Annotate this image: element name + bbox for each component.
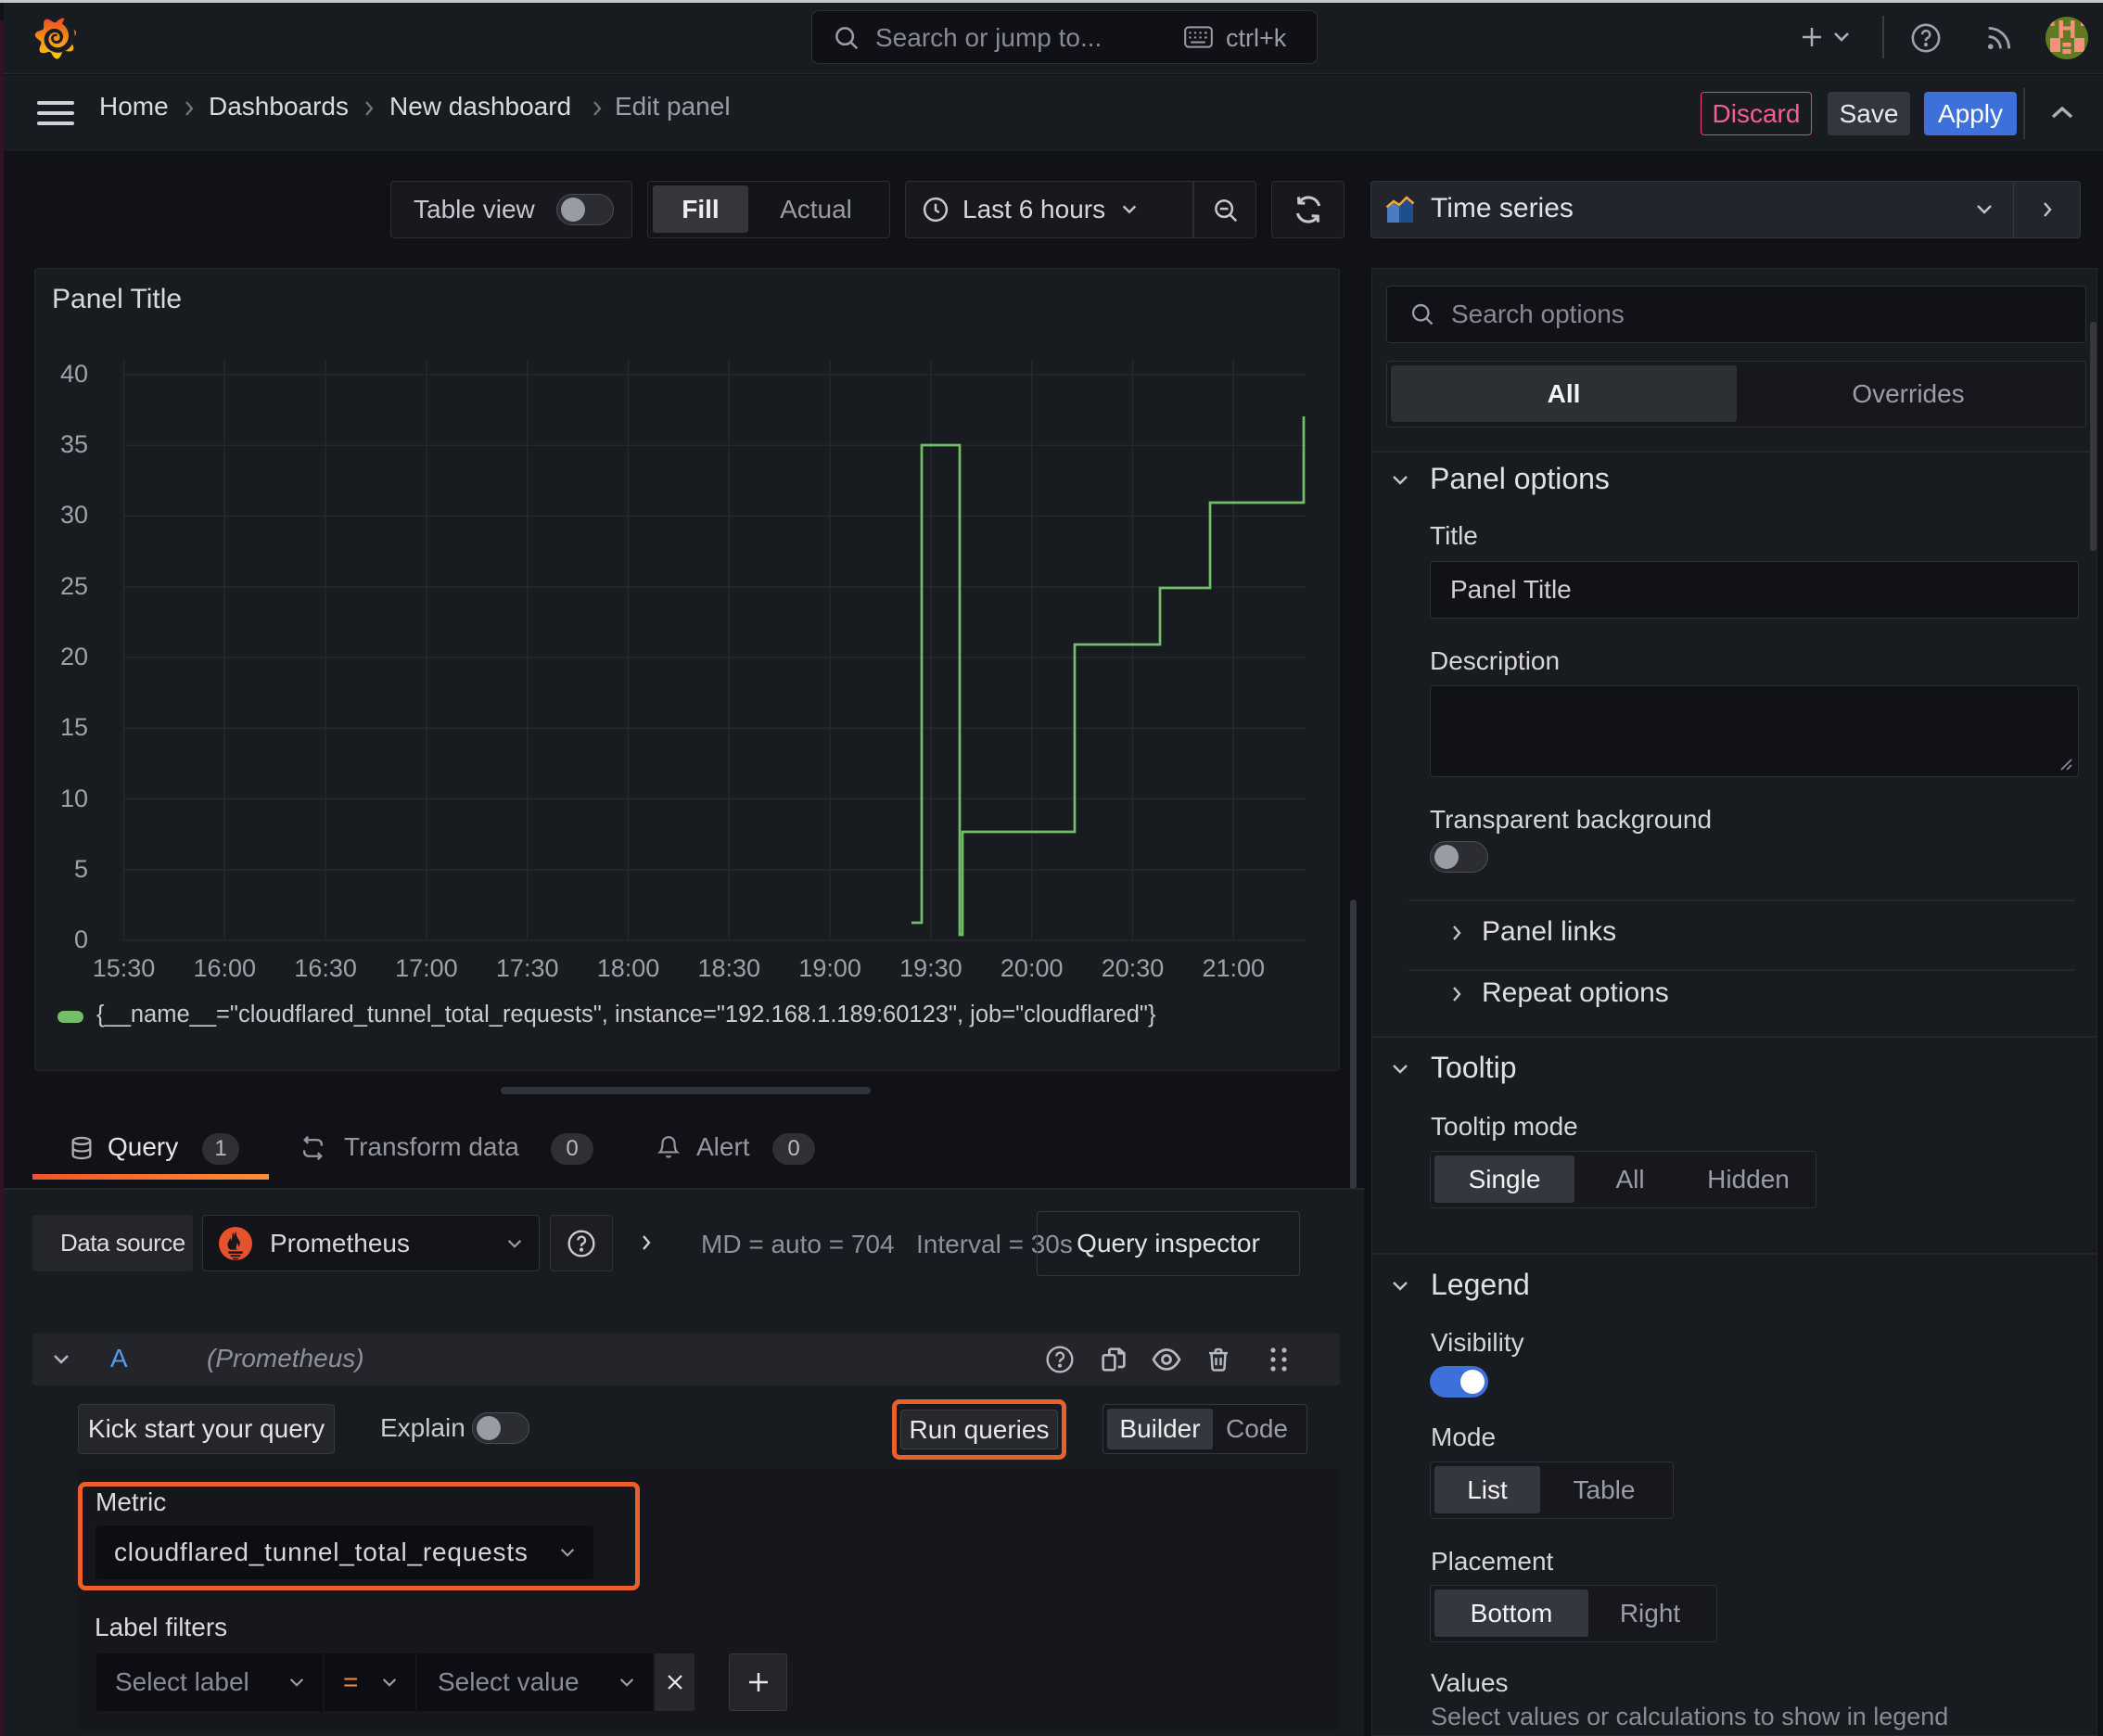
svg-text:16:00: 16:00	[194, 954, 257, 982]
svg-text:30: 30	[60, 501, 88, 529]
svg-text:25: 25	[60, 572, 88, 600]
svg-text:20:00: 20:00	[1001, 954, 1064, 982]
svg-text:{__name__="cloudflared_tunnel_: {__name__="cloudflared_tunnel_total_requ…	[96, 1002, 1156, 1028]
svg-text:18:00: 18:00	[597, 954, 660, 982]
svg-text:0: 0	[74, 925, 88, 953]
svg-text:5: 5	[74, 855, 88, 883]
svg-text:17:30: 17:30	[496, 954, 559, 982]
svg-text:15:30: 15:30	[93, 954, 156, 982]
svg-text:19:00: 19:00	[798, 954, 861, 982]
svg-text:10: 10	[60, 785, 88, 812]
svg-text:35: 35	[60, 430, 88, 458]
svg-text:20: 20	[60, 643, 88, 670]
svg-text:21:00: 21:00	[1203, 954, 1266, 982]
svg-text:16:30: 16:30	[294, 954, 357, 982]
svg-text:20:30: 20:30	[1102, 954, 1165, 982]
svg-text:40: 40	[60, 360, 88, 388]
svg-text:18:30: 18:30	[698, 954, 761, 982]
svg-text:15: 15	[60, 713, 88, 741]
svg-text:19:30: 19:30	[899, 954, 962, 982]
svg-text:17:00: 17:00	[395, 954, 458, 982]
